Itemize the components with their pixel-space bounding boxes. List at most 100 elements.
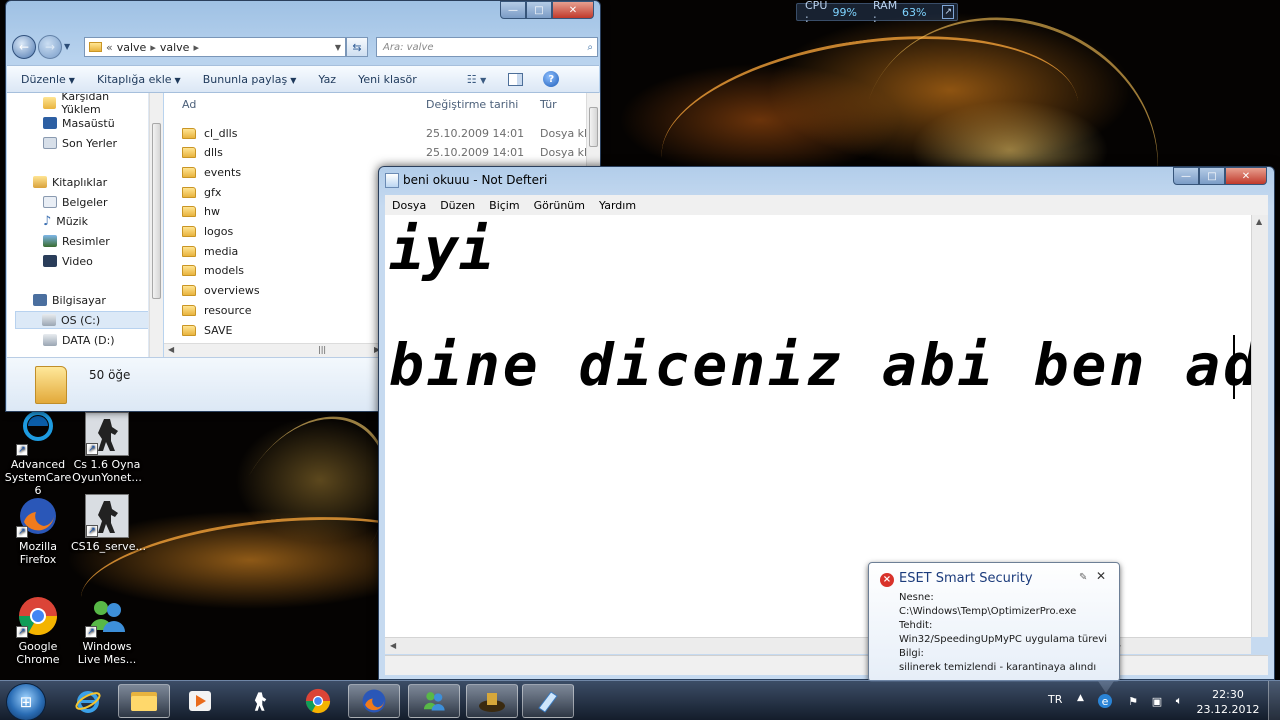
nav-item-documents[interactable]: Belgeler — [43, 193, 107, 211]
resource-monitor-widget[interactable]: CPU : 99% RAM : 63% ↗ — [796, 0, 958, 25]
scrollbar-grip-icon[interactable]: ||| — [318, 345, 326, 354]
desktop-icon-cs16-oyna[interactable]: ↗ Cs 1.6 Oyna OyunYonet... — [71, 412, 143, 484]
chrome-icon: ↗ — [16, 594, 60, 638]
menu-file[interactable]: Dosya — [385, 199, 433, 212]
burn-button[interactable]: Yaz — [304, 73, 344, 86]
taskbar-media-player[interactable] — [174, 684, 226, 718]
taskbar-explorer[interactable] — [118, 684, 170, 718]
view-options-icon[interactable]: ☷ ▼ — [467, 73, 487, 86]
eset-notification[interactable]: × ESET Smart Security ✎ ✕ Nesne: C:\Wind… — [868, 562, 1120, 693]
share-with-menu[interactable]: Bununla paylaş ▼ — [189, 73, 305, 86]
help-icon[interactable]: ? — [543, 71, 560, 87]
organize-menu[interactable]: Düzenle ▼ — [7, 73, 83, 86]
notepad-window[interactable]: beni okuuu - Not Defteri — □ ✕ Dosya Düz… — [378, 166, 1275, 680]
file-name: overviews — [204, 284, 260, 298]
pictures-icon — [43, 235, 57, 247]
notepad-vertical-scrollbar[interactable]: ▲ — [1251, 215, 1268, 637]
taskbar-firefox[interactable] — [348, 684, 400, 718]
minimize-button[interactable]: — — [500, 1, 526, 19]
notepad-caption-buttons: — □ ✕ — [1173, 167, 1267, 185]
desktop-icon-advanced-systemcare[interactable]: ↗ Advanced SystemCare 6 — [2, 411, 74, 497]
nav-item-drive-d[interactable]: DATA (D:) — [43, 331, 115, 349]
breadcrumb-segment[interactable]: valve — [160, 41, 190, 54]
computer-icon — [33, 294, 47, 306]
pin-icon[interactable]: ✎ — [1079, 571, 1087, 585]
messenger-icon — [423, 692, 445, 711]
show-hidden-icons-icon[interactable]: ▲ — [1077, 693, 1084, 703]
nav-item-computer[interactable]: Bilgisayar — [33, 291, 106, 309]
scroll-up-arrow-icon[interactable]: ▲ — [1256, 217, 1262, 226]
taskbar-chrome[interactable] — [292, 684, 344, 718]
taskbar-internet-explorer[interactable] — [62, 684, 114, 718]
taskbar-notepad[interactable] — [522, 684, 574, 718]
eset-tray-icon[interactable]: e — [1098, 694, 1112, 708]
nav-item-recent-places[interactable]: Son Yerler — [43, 134, 117, 152]
column-header-type[interactable]: Tür — [540, 98, 557, 111]
scrollbar-thumb[interactable] — [589, 107, 598, 147]
action-center-icon[interactable]: ⚑ — [1126, 694, 1140, 708]
cpu-value: 99% — [832, 5, 857, 19]
volume-icon[interactable]: 🔈︎ — [1172, 694, 1186, 708]
close-button[interactable]: ✕ — [1225, 167, 1267, 185]
search-icon[interactable]: ⌕ — [587, 42, 593, 53]
scrollbar-thumb[interactable] — [152, 123, 161, 299]
nav-item-pictures[interactable]: Resimler — [43, 232, 110, 250]
desktop-icon-firefox[interactable]: ↗ Mozilla Firefox — [2, 494, 74, 566]
folder-icon — [182, 324, 196, 336]
shortcut-arrow-icon: ↗ — [16, 444, 28, 456]
expand-arrow-icon[interactable]: ↗ — [942, 5, 954, 19]
address-bar[interactable]: « valve ▸ valve ▸ ▼ — [84, 37, 346, 57]
menu-edit[interactable]: Düzen — [433, 199, 482, 212]
start-button[interactable]: ⊞ — [6, 683, 46, 720]
search-input[interactable]: Ara: valve ⌕ — [376, 37, 598, 57]
notepad-icon[interactable] — [385, 173, 399, 188]
drive-icon — [42, 314, 56, 326]
close-button[interactable]: ✕ — [552, 1, 594, 19]
navigation-pane-scrollbar[interactable] — [149, 93, 163, 357]
add-to-library-menu[interactable]: Kitaplığa ekle ▼ — [83, 73, 189, 86]
address-dropdown-icon[interactable]: ▼ — [335, 43, 341, 52]
scroll-left-arrow-icon[interactable]: ◀ — [390, 641, 396, 650]
media-player-icon — [189, 691, 211, 711]
nav-item-desktop[interactable]: Masaüstü — [43, 114, 115, 132]
nav-item-libraries[interactable]: Kitaplıklar — [33, 173, 107, 191]
taskbar-counter-strike[interactable] — [234, 684, 286, 718]
menu-view[interactable]: Görünüm — [527, 199, 592, 212]
scroll-left-arrow-icon[interactable]: ◀ — [168, 345, 174, 354]
taskbar-game[interactable] — [466, 684, 518, 718]
taskbar-messenger[interactable] — [408, 684, 460, 718]
desktop-icon-chrome[interactable]: ↗ Google Chrome — [2, 594, 74, 666]
file-row[interactable]: cl_dlls 25.10.2009 14:01 Dosya kla — [182, 124, 600, 142]
counter-strike-icon: ↗ — [85, 412, 129, 456]
nav-item-drive-c[interactable]: OS (C:) — [15, 311, 148, 329]
new-folder-button[interactable]: Yeni klasör — [344, 73, 425, 86]
preview-pane-icon[interactable] — [508, 72, 524, 86]
breadcrumb-segment[interactable]: valve — [117, 41, 147, 54]
column-header-name[interactable]: Ad — [182, 98, 196, 111]
file-row[interactable]: dlls 25.10.2009 14:01 Dosya kla — [182, 144, 600, 162]
minimize-button[interactable]: — — [1173, 167, 1199, 185]
column-header-date[interactable]: Değiştirme tarihi — [426, 98, 518, 111]
nav-item-downloads[interactable]: Karşıdan Yüklem — [43, 93, 148, 116]
menu-help[interactable]: Yardım — [592, 199, 643, 212]
refresh-button[interactable]: ⇆ — [346, 37, 368, 57]
maximize-button[interactable]: □ — [526, 1, 552, 19]
network-icon[interactable]: ▣ — [1150, 694, 1164, 708]
back-button[interactable]: ← — [12, 35, 36, 59]
forward-button[interactable]: → — [38, 35, 62, 59]
show-desktop-button[interactable] — [1268, 681, 1280, 720]
desktop-icon-cs16-server[interactable]: ↗ CS16_serve... — [71, 494, 146, 553]
nav-item-music[interactable]: ♪ Müzik — [43, 212, 88, 230]
threat-warning-icon: × — [880, 573, 894, 587]
notification-close-icon[interactable]: ✕ — [1096, 569, 1106, 583]
menu-format[interactable]: Biçim — [482, 199, 526, 212]
language-indicator[interactable]: TR — [1048, 693, 1062, 706]
notepad-status-area — [385, 655, 1268, 675]
notepad-horizontal-scrollbar[interactable]: ◀ ▶ — [385, 637, 1251, 654]
maximize-button[interactable]: □ — [1199, 167, 1225, 185]
nav-item-videos[interactable]: Video — [43, 252, 93, 270]
recent-pages-dropdown[interactable]: ▼ — [64, 42, 70, 51]
notepad-text-area[interactable]: iyi bine diceniz abi ben ad — [385, 215, 1251, 637]
system-clock[interactable]: 22:30 23.12.2012 — [1196, 687, 1260, 717]
desktop-icon-windows-live-messenger[interactable]: ↗ Windows Live Mes... — [71, 594, 143, 666]
